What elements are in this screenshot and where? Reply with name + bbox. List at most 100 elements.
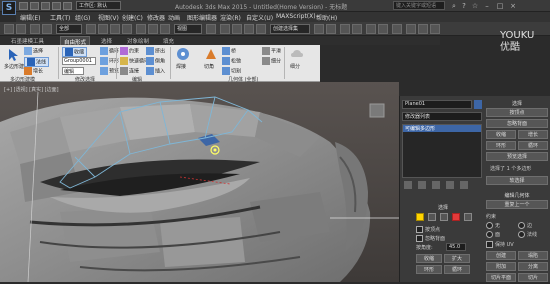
repeat-last-button[interactable]: 重复上一个 — [486, 200, 548, 209]
stack-item-editable-poly[interactable]: 可编辑多边形 — [403, 125, 481, 132]
close-icon[interactable]: × — [509, 2, 517, 10]
app-logo-icon[interactable]: S — [2, 1, 16, 15]
border-mode-icon[interactable] — [440, 213, 448, 221]
sub-by-angle-field[interactable]: 45.0 — [446, 243, 466, 251]
ribbon-tessellate-button[interactable]: 细分 — [262, 57, 281, 65]
render-icon[interactable] — [430, 24, 440, 34]
sub-by-vertex-checkbox[interactable]: 按顶点 — [416, 226, 440, 233]
redo-icon[interactable] — [63, 2, 72, 10]
ribbon-shrink-button[interactable]: 收缩 — [62, 47, 88, 57]
material-editor-icon[interactable] — [392, 24, 402, 34]
detach-button[interactable]: 分离 — [518, 262, 548, 271]
show-end-result-icon[interactable] — [418, 181, 426, 189]
rollout-edit-geometry-header[interactable]: 编辑几何体 — [486, 192, 548, 199]
ribbon-normal-row[interactable]: 法线 — [24, 57, 50, 67]
undo-icon[interactable] — [4, 24, 14, 34]
selection-set-dropdown[interactable]: 创建选择集 — [270, 24, 310, 34]
ribbon-sub-field[interactable]: 编辑 — [62, 67, 84, 75]
select-object-icon[interactable] — [86, 24, 96, 34]
search-icon[interactable]: ⌕ — [450, 2, 458, 10]
preview-selection-button[interactable]: 预览选择 — [486, 152, 548, 161]
tab-selection[interactable]: 选择 — [98, 36, 115, 45]
link-icon[interactable] — [30, 24, 40, 34]
rotate-icon[interactable] — [148, 24, 158, 34]
perspective-viewport[interactable] — [0, 82, 399, 283]
reference-coord-dropdown[interactable]: 视图 — [174, 24, 202, 34]
ribbon-bridge-button[interactable]: 桥 — [222, 47, 236, 55]
sub-loop-button[interactable]: 循环 — [444, 265, 470, 274]
attach-button[interactable]: 附加 — [486, 262, 516, 271]
save-file-icon[interactable] — [41, 2, 50, 10]
tab-object-paint[interactable]: 对象绘制 — [124, 36, 152, 45]
search-input[interactable]: 键入关键字或短语 — [393, 1, 445, 10]
sub-ignore-backface-checkbox[interactable]: 忽略背面 — [416, 235, 445, 242]
menu-create[interactable]: 创建(C) — [122, 13, 143, 22]
menu-rendering[interactable]: 渲染(R) — [220, 13, 241, 22]
scale-icon[interactable] — [160, 24, 170, 34]
menu-maxscript[interactable]: MAXScript(X) — [276, 13, 316, 20]
open-file-icon[interactable] — [30, 2, 39, 10]
vertex-mode-icon[interactable] — [416, 213, 424, 221]
ribbon-relax-button[interactable]: 松弛 — [222, 57, 241, 65]
menu-edit[interactable]: 编辑(E) — [20, 13, 40, 22]
constraint-none-radio[interactable]: 无 — [486, 222, 500, 229]
mirror-icon[interactable] — [314, 24, 324, 34]
angle-snap-icon[interactable] — [232, 24, 242, 34]
selection-filter-dropdown[interactable]: 全部 — [56, 24, 82, 34]
workspace-dropdown[interactable]: 工作区: 默认 — [76, 1, 121, 10]
menu-animation[interactable]: 动画 — [168, 13, 180, 22]
rect-selection-icon[interactable] — [110, 24, 120, 34]
collapse-button[interactable]: 塌陷 — [518, 251, 548, 260]
modifier-stack-list[interactable]: 可编辑多边形 — [402, 124, 482, 178]
object-name-field[interactable]: Plane01 — [402, 100, 472, 109]
sub-shrink-button[interactable]: 收缩 — [416, 254, 442, 263]
modifier-list-dropdown[interactable]: 修改器列表 — [402, 112, 482, 121]
graphite-icon[interactable] — [352, 24, 362, 34]
ribbon-chamfer-button[interactable] — [204, 47, 218, 63]
spinner-snap-icon[interactable] — [256, 24, 266, 34]
window-crossing-icon[interactable] — [122, 24, 132, 34]
menu-tools[interactable]: 工具(T) — [50, 13, 70, 22]
unlink-icon[interactable] — [42, 24, 52, 34]
menu-customize[interactable]: 自定义(U) — [246, 13, 273, 22]
sub-grow-button[interactable]: 扩大 — [444, 254, 470, 263]
percent-snap-icon[interactable] — [244, 24, 254, 34]
ignore-backfacing-button[interactable]: 忽略背面 — [486, 119, 548, 128]
grow-button[interactable]: 增长 — [518, 130, 548, 139]
ribbon-swift-loop-button[interactable]: 快速循环 — [120, 57, 149, 65]
create-button[interactable]: 创建 — [486, 251, 516, 260]
sub-selection-header[interactable]: 选择 — [413, 204, 473, 211]
minimize-icon[interactable]: – — [483, 2, 491, 10]
constraint-edge-radio[interactable]: 边 — [518, 222, 532, 229]
ribbon-connect-button[interactable]: 连接 — [120, 67, 139, 75]
help-icon[interactable]: ? — [460, 2, 468, 10]
ribbon-bevel-button[interactable]: 倒角 — [146, 57, 165, 65]
tab-populate[interactable]: 填充 — [160, 36, 177, 45]
align-icon[interactable] — [326, 24, 336, 34]
slice-button[interactable]: 切片 — [518, 273, 548, 282]
constraint-face-radio[interactable]: 面 — [486, 231, 500, 238]
move-icon[interactable] — [136, 24, 146, 34]
make-unique-icon[interactable] — [432, 181, 440, 189]
preserve-uv-checkbox[interactable]: 保持 UV — [486, 241, 514, 248]
render-setup-icon[interactable] — [406, 24, 416, 34]
ribbon-constrain-button[interactable]: 约束 — [120, 47, 139, 55]
pivot-icon[interactable] — [206, 24, 216, 34]
ribbon-polygon-modeling-button[interactable] — [6, 48, 20, 64]
ribbon-inset-button[interactable]: 插入 — [146, 67, 165, 75]
ribbon-cut-button[interactable]: 切割 — [222, 67, 241, 75]
ribbon-smooth-button[interactable]: 平滑 — [262, 47, 281, 55]
star-icon[interactable]: ☆ — [471, 2, 479, 10]
ring-button[interactable]: 环形 — [486, 141, 516, 150]
remove-modifier-icon[interactable] — [446, 181, 454, 189]
layer-icon[interactable] — [340, 24, 350, 34]
menu-modifiers[interactable]: 修改器 — [147, 13, 165, 22]
maximize-icon[interactable]: □ — [496, 2, 504, 10]
pin-stack-icon[interactable] — [404, 181, 412, 189]
rollout-selection-header[interactable]: 选择 — [486, 100, 548, 107]
ribbon-extrude-button[interactable]: 挤出 — [146, 47, 165, 55]
element-mode-icon[interactable] — [464, 213, 472, 221]
viewport-label[interactable]: [+] [透视] [真实] [边面] — [4, 86, 59, 93]
object-color-swatch[interactable] — [474, 100, 482, 109]
menu-group[interactable]: 组(G) — [75, 13, 90, 22]
